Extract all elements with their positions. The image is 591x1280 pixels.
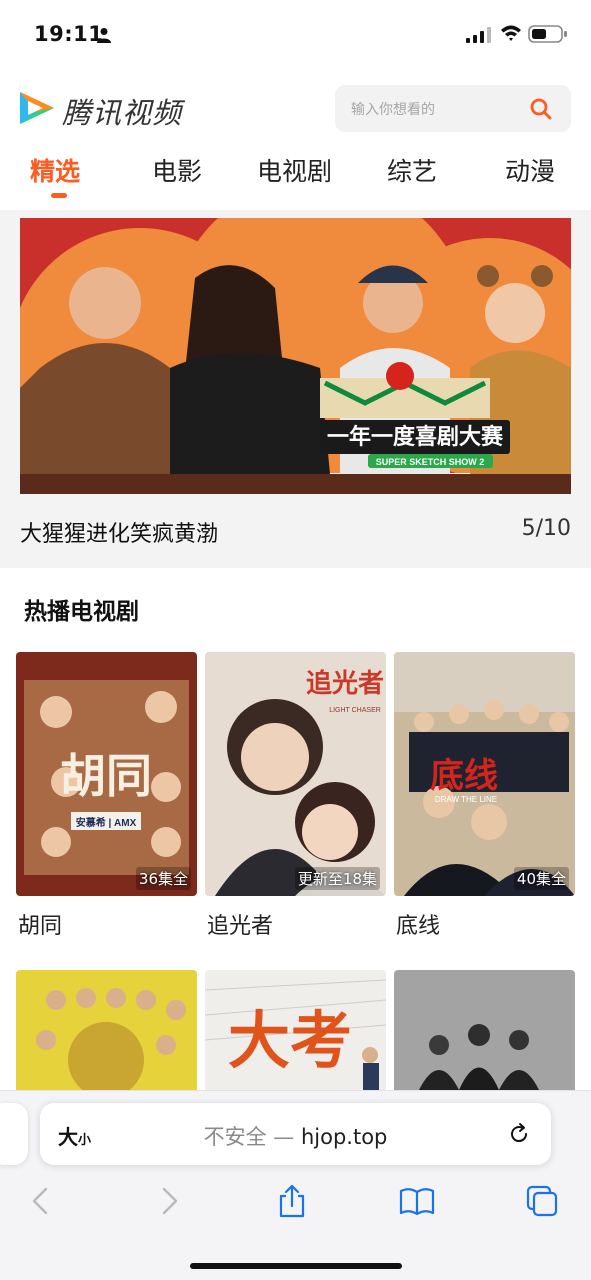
address-text[interactable]: 不安全 — hjop.top [40,1121,551,1151]
tab-featured[interactable]: 精选 [30,152,80,188]
person-icon [97,28,111,43]
show-card[interactable]: 底线 DRAW THE LINE 40集全 底线 [394,652,575,939]
poster-title-text: 大考 [228,1004,352,1077]
cellular-signal-icon [466,27,491,43]
poster-sponsor-text: 安慕希 | AMX [76,816,137,829]
show-title[interactable]: 底线 [396,908,440,940]
show-card[interactable] [16,970,197,1090]
carousel-page-indicator: 5/10 [521,516,571,541]
show-poster[interactable]: 追光者 LIGHT CHASER 更新至18集 [205,652,386,896]
tab-variety[interactable]: 综艺 [387,152,437,188]
tabs-icon[interactable] [524,1183,560,1219]
banner-show-title: 一年一度喜剧大赛 [327,424,504,449]
active-tab-indicator [51,193,67,198]
category-tabs: 精选 电影 电视剧 综艺 动漫 [0,152,591,204]
wifi-icon [501,25,521,41]
show-poster[interactable]: 大考 [205,970,386,1090]
show-title[interactable]: 胡同 [18,908,62,940]
section-title-hot-tv: 热播电视剧 [24,599,139,625]
search-placeholder: 输入你想看的 [351,102,435,118]
show-poster[interactable] [394,970,575,1090]
share-icon[interactable] [274,1183,310,1219]
previous-tab-preview[interactable] [0,1103,28,1165]
brand-name: 腾讯视频 [62,96,183,130]
poster-subtitle-text: DRAW THE LINE [435,795,497,804]
status-time: 19:11 [34,22,104,46]
hero-carousel: 一年一度喜剧大赛 SUPER SKETCH SHOW 2 大猩猩进化笑疯黄渤 5… [0,210,591,568]
banner-caption[interactable]: 大猩猩进化笑疯黄渤 [20,516,218,548]
status-bar: 19:11 [0,0,591,70]
show-poster[interactable]: 胡同 安慕希 | AMX 36集全 [16,652,197,896]
address-bar[interactable]: 大小 不安全 — hjop.top [40,1103,551,1165]
poster-title-text: 追光者 [306,668,384,699]
domain-text: hjop.top [300,1125,388,1149]
battery-icon [528,25,567,43]
banner-show-subtitle: SUPER SKETCH SHOW 2 [376,457,485,467]
show-poster[interactable] [16,970,197,1090]
show-poster[interactable]: 底线 DRAW THE LINE 40集全 [394,652,575,896]
back-icon[interactable] [24,1183,60,1219]
poster-title-text: 底线 [430,756,498,796]
poster-subtitle-text: LIGHT CHASER [329,707,381,714]
search-input[interactable]: 输入你想看的 [335,85,571,132]
tab-tv-series[interactable]: 电视剧 [257,152,332,188]
not-secure-label: 不安全 — [203,1125,295,1149]
show-card[interactable] [394,970,575,1090]
episode-badge: 更新至18集 [294,867,380,890]
browser-toolbar: 大小 不安全 — hjop.top [0,1090,591,1280]
show-title[interactable]: 追光者 [207,908,273,940]
tencent-video-logo-icon[interactable] [16,88,56,128]
show-card[interactable]: 追光者 LIGHT CHASER 更新至18集 追光者 [205,652,386,939]
show-card[interactable]: 胡同 安慕希 | AMX 36集全 胡同 [16,652,197,939]
bookmarks-icon[interactable] [399,1183,435,1219]
poster-title-text: 胡同 [60,749,152,803]
tab-movies[interactable]: 电影 [152,152,202,188]
episode-badge: 40集全 [513,867,569,890]
tab-anime[interactable]: 动漫 [505,152,555,188]
reload-icon[interactable] [507,1122,531,1146]
app-header: 腾讯视频 输入你想看的 [0,82,591,138]
search-icon[interactable] [529,97,553,121]
show-card[interactable]: 大考 [205,970,386,1090]
forward-icon[interactable] [150,1183,186,1219]
home-indicator [190,1263,402,1269]
episode-badge: 36集全 [135,867,191,890]
hero-banner-image[interactable]: 一年一度喜剧大赛 SUPER SKETCH SHOW 2 [20,218,571,494]
